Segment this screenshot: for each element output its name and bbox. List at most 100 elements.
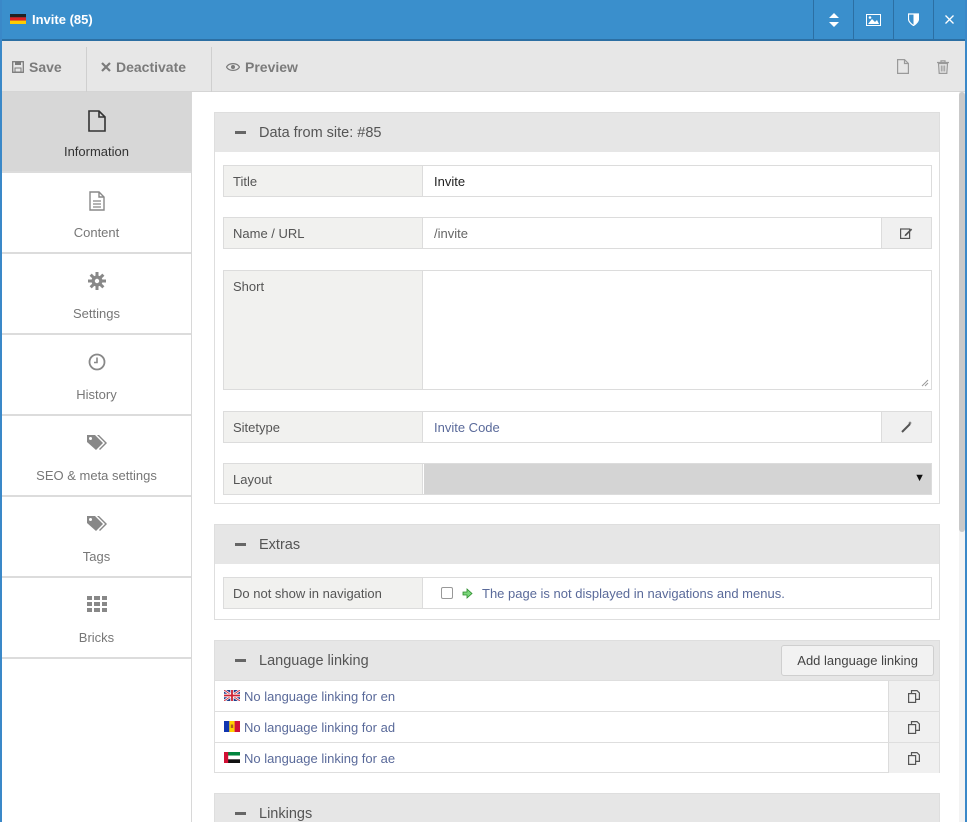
save-button[interactable]: Save — [12, 41, 62, 92]
extras-panel-title: Extras — [259, 536, 301, 553]
image-icon — [866, 13, 881, 26]
add-language-linking-button[interactable]: Add language linking — [781, 645, 934, 676]
title-input[interactable]: Invite — [424, 166, 931, 196]
language-link-text[interactable]: No language linking for ae — [244, 751, 395, 766]
sidebar-item-label: Information — [63, 144, 130, 159]
toolbar-divider — [211, 47, 212, 92]
save-label: Save — [29, 58, 62, 75]
name-url-row: Name / URL /invite — [223, 217, 932, 249]
sidebar-item-tags[interactable]: Tags — [2, 497, 191, 578]
linkings-panel-header[interactable]: Linkings — [215, 794, 939, 822]
resize-handle-icon[interactable] — [921, 379, 929, 387]
shield-icon — [908, 13, 919, 26]
sitetype-wizard-button[interactable] — [881, 412, 931, 442]
new-page-button[interactable] — [897, 41, 909, 92]
shield-button[interactable] — [893, 0, 933, 39]
list-item: No language linking for ad — [215, 711, 939, 742]
deactivate-label: Deactivate — [116, 58, 187, 75]
uk-flag-icon — [224, 690, 240, 701]
app-window: Invite (85) Save Deactivate Preview Info… — [0, 0, 967, 822]
title-row: Title Invite — [223, 165, 932, 197]
language-panel-header[interactable]: Language linking Add language linking — [215, 641, 939, 680]
preview-label: Preview — [245, 58, 298, 75]
close-icon — [945, 15, 954, 24]
layout-label: Layout — [224, 464, 423, 494]
language-link-text[interactable]: No language linking for ad — [244, 720, 395, 735]
german-flag-icon — [10, 14, 26, 24]
sidebar-item-content[interactable]: Content — [2, 173, 191, 254]
short-row: Short — [223, 270, 932, 390]
sitetype-value[interactable]: Invite Code — [424, 412, 881, 442]
copy-language-button[interactable] — [888, 743, 939, 773]
sidebar-item-bricks[interactable]: Bricks — [2, 578, 191, 659]
name-url-input[interactable]: /invite — [424, 218, 881, 248]
floppy-icon — [12, 60, 24, 73]
copy-language-button[interactable] — [888, 712, 939, 742]
collapse-icon — [235, 659, 246, 662]
sidebar-item-information[interactable]: Information — [2, 92, 191, 173]
collapse-icon — [235, 543, 246, 546]
title-label: Title — [224, 166, 423, 196]
close-button[interactable] — [933, 0, 965, 39]
file-icon — [897, 59, 909, 74]
tags-icon — [86, 516, 107, 531]
layout-select[interactable]: ▼ — [424, 464, 931, 494]
copy-icon — [908, 720, 920, 734]
data-panel-title: Data from site: #85 — [259, 124, 382, 141]
eye-icon — [226, 62, 240, 72]
uae-flag-icon — [224, 752, 240, 763]
name-url-label: Name / URL — [224, 218, 423, 248]
clock-icon — [88, 353, 105, 371]
caret-down-icon: ▼ — [914, 472, 925, 484]
title-bar: Invite (85) — [2, 0, 965, 41]
x-icon — [101, 61, 111, 72]
sidebar-item-label: SEO & meta settings — [36, 468, 157, 483]
sitetype-label: Sitetype — [224, 412, 423, 442]
sidebar-item-label: History — [76, 387, 117, 402]
sort-button[interactable] — [813, 0, 853, 39]
sidebar-item-settings[interactable]: Settings — [2, 254, 191, 335]
list-item: No language linking for en — [215, 680, 939, 711]
extras-panel-header[interactable]: Extras — [215, 525, 939, 564]
collapse-icon — [235, 131, 246, 134]
linkings-panel: Linkings — [214, 793, 940, 822]
language-link-text[interactable]: No language linking for en — [244, 689, 395, 704]
toolbar: Save Deactivate Preview — [2, 41, 965, 92]
nav-label: Do not show in navigation — [224, 578, 423, 608]
data-panel: Data from site: #85 Title Invite Name / … — [214, 112, 940, 504]
trash-icon — [937, 59, 949, 74]
delete-button[interactable] — [937, 41, 949, 92]
sort-icon — [828, 12, 839, 27]
sitetype-row: Sitetype Invite Code — [223, 411, 932, 443]
sidebar-item-label: Bricks — [78, 630, 115, 645]
preview-button[interactable]: Preview — [226, 41, 298, 92]
sidebar-item-seo[interactable]: SEO & meta settings — [2, 416, 191, 497]
image-button[interactable] — [853, 0, 893, 39]
sidebar-item-label: Content — [73, 225, 120, 240]
list-item: No language linking for ae — [215, 742, 939, 773]
collapse-icon — [235, 812, 246, 815]
extras-panel: Extras Do not show in navigation The pag… — [214, 524, 940, 620]
nav-row: Do not show in navigation The page is no… — [223, 577, 932, 609]
language-panel: Language linking Add language linking No… — [214, 640, 940, 773]
sidebar: Information Content Settings History SEO… — [2, 92, 192, 822]
sidebar-item-history[interactable]: History — [2, 335, 191, 416]
nav-value: The page is not displayed in navigations… — [424, 578, 931, 608]
nav-checkbox[interactable] — [441, 587, 453, 599]
andorra-flag-icon — [224, 721, 240, 732]
main-content: Data from site: #85 Title Invite Name / … — [193, 92, 965, 822]
copy-language-button[interactable] — [888, 681, 939, 711]
short-textarea[interactable] — [424, 271, 931, 389]
sidebar-item-label: Tags — [82, 549, 111, 564]
language-panel-title: Language linking — [259, 652, 369, 669]
gear-icon — [87, 272, 106, 290]
edit-url-button[interactable] — [881, 218, 931, 248]
nav-hint: The page is not displayed in navigations… — [482, 585, 785, 601]
grid-icon — [86, 596, 107, 612]
edit-icon — [900, 228, 913, 239]
data-panel-header[interactable]: Data from site: #85 — [215, 113, 939, 152]
copy-icon — [908, 751, 920, 765]
deactivate-button[interactable]: Deactivate — [101, 41, 186, 92]
scrollbar-thumb[interactable] — [959, 92, 965, 532]
arrow-icon — [462, 587, 473, 599]
